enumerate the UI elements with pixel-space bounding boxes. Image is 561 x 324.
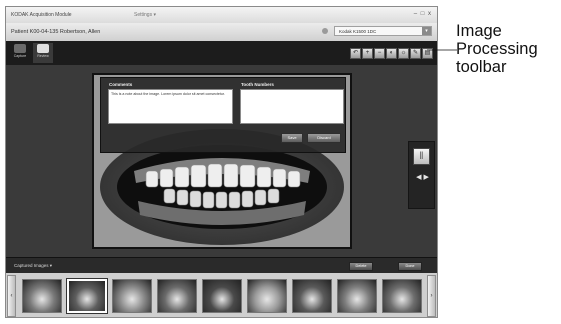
contrast-tool-button[interactable]: ◐ xyxy=(386,48,397,59)
capture-mode-button[interactable]: Capture xyxy=(10,43,30,63)
window-controls[interactable]: – □ x xyxy=(414,11,432,17)
tooth-icon: ǁ xyxy=(419,151,424,162)
app-title: KODAK Acquisition Module xyxy=(11,12,72,18)
patient-info: Patient K00-04-135 Robertson, Allen xyxy=(11,29,101,35)
comments-dialog: Comments This is a note about the image.… xyxy=(100,77,346,153)
thumbnail-image xyxy=(113,280,151,312)
thumbnail-image xyxy=(248,280,286,312)
thumbnail-image xyxy=(293,280,331,312)
delete-button[interactable]: Delete xyxy=(349,262,373,271)
image-thumbnail[interactable] xyxy=(112,279,152,313)
scroll-right-button[interactable]: › xyxy=(427,275,436,317)
image-viewer: Comments This is a note about the image.… xyxy=(6,65,437,257)
review-mode-button[interactable]: Review xyxy=(33,43,53,63)
toolbar-callout-label: Image Processing toolbar xyxy=(456,22,538,76)
device-select-value: Kodak K1500 1DC xyxy=(339,29,377,34)
brightness-tool-button[interactable]: ☼ xyxy=(398,48,409,59)
image-thumbnail[interactable] xyxy=(66,278,108,314)
thumbnail-image xyxy=(383,280,421,312)
tooth-numbers-heading: Tooth Numbers xyxy=(241,82,274,87)
thumbnail-image xyxy=(338,280,376,312)
settings-label: Settings xyxy=(134,12,153,18)
discard-button[interactable]: Discard xyxy=(307,133,341,143)
thumbnail-strip: ‹ › xyxy=(6,273,437,317)
capture-mode-label: Capture xyxy=(13,54,27,58)
tooth-chart-button[interactable]: ǁ xyxy=(413,148,430,165)
chevron-right-icon: › xyxy=(430,293,433,299)
image-processing-toolbar: ↶ + − ◐ ☼ ✎ ▤ xyxy=(349,48,433,59)
comments-textarea[interactable]: This is a note about the image. Lorem ip… xyxy=(108,89,233,124)
zoom-in-tool-button[interactable]: + xyxy=(362,48,373,59)
image-thumbnail[interactable] xyxy=(292,279,332,313)
side-panel: ǁ ◀ ▶ xyxy=(408,141,435,209)
captured-images-dropdown[interactable]: Captured Images ▾ xyxy=(14,263,52,269)
scroll-left-button[interactable]: ‹ xyxy=(7,275,16,317)
done-button[interactable]: Done xyxy=(398,262,422,271)
save-button[interactable]: Save xyxy=(281,133,303,143)
thumbnail-image xyxy=(23,280,61,312)
image-thumbnail[interactable] xyxy=(337,279,377,313)
acquisition-window: KODAK Acquisition Module Settings ▾ – □ … xyxy=(5,6,438,318)
comments-heading: Comments xyxy=(109,82,133,87)
undo-icon: ↶ xyxy=(352,50,359,56)
brightness-icon: ☼ xyxy=(400,50,407,56)
zoom-out-tool-button[interactable]: − xyxy=(374,48,385,59)
title-bar: KODAK Acquisition Module Settings ▾ – □ … xyxy=(6,7,437,24)
zoom-in-icon: + xyxy=(365,50,370,56)
image-thumbnail[interactable] xyxy=(382,279,422,313)
arrow-left-icon[interactable]: ◀ xyxy=(416,174,421,181)
image-thumbnail[interactable] xyxy=(157,279,197,313)
review-mode-label: Review xyxy=(37,54,49,58)
device-status-icon xyxy=(322,28,328,34)
patient-bar: Patient K00-04-135 Robertson, Allen Koda… xyxy=(6,23,437,42)
thumbnail-image xyxy=(203,280,241,312)
thumbnail-image xyxy=(69,281,105,311)
arrow-right-icon[interactable]: ▶ xyxy=(423,174,428,181)
pen-icon: ✎ xyxy=(412,50,419,56)
captured-images-label: Captured Images xyxy=(14,263,49,268)
settings-menu[interactable]: Settings ▾ xyxy=(134,12,156,18)
chevron-down-icon: ▾ xyxy=(422,27,431,35)
undo-tool-button[interactable]: ↶ xyxy=(350,48,361,59)
image-thumbnail[interactable] xyxy=(22,279,62,313)
zoom-out-icon: − xyxy=(377,50,382,56)
tooth-numbers-field[interactable] xyxy=(240,89,344,124)
pen-tool-button[interactable]: ✎ xyxy=(410,48,421,59)
device-select[interactable]: Kodak K1500 1DC ▾ xyxy=(334,26,432,36)
callout-leader-line xyxy=(427,49,457,51)
camera-icon xyxy=(14,44,26,53)
thumbnail-image xyxy=(158,280,196,312)
folder-icon xyxy=(37,44,49,53)
thumbnail-list xyxy=(17,275,427,317)
captured-images-bar: Captured Images ▾ Delete Done xyxy=(6,257,437,274)
contrast-icon: ◐ xyxy=(389,50,394,56)
image-thumbnail[interactable] xyxy=(247,279,287,313)
main-toolbar: Capture Review ↶ + − ◐ ☼ ✎ ▤ xyxy=(6,41,437,65)
image-navigation-arrows[interactable]: ◀ ▶ xyxy=(413,172,432,184)
image-thumbnail[interactable] xyxy=(202,279,242,313)
chevron-left-icon: ‹ xyxy=(10,293,13,299)
